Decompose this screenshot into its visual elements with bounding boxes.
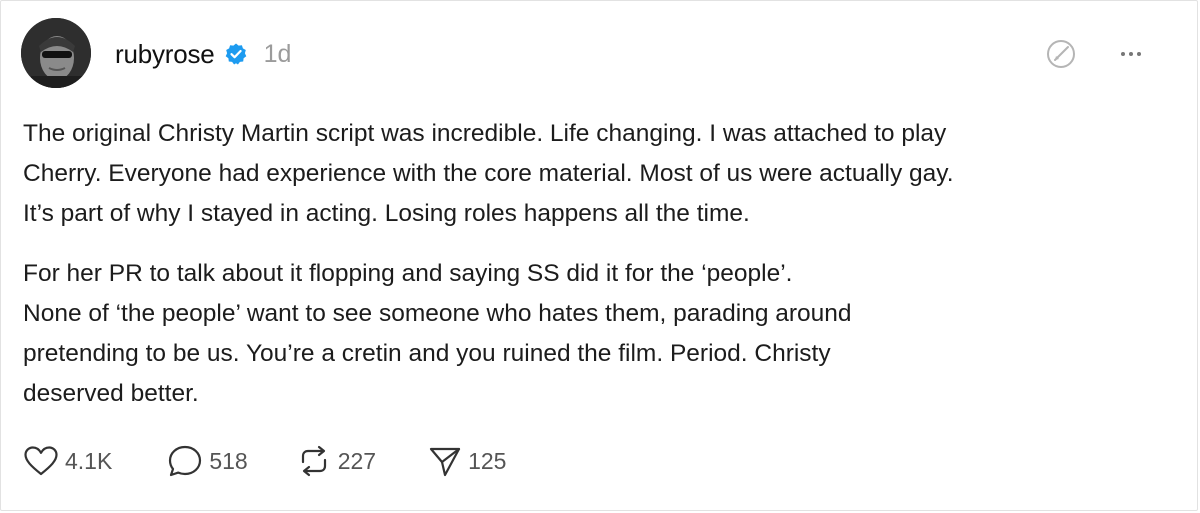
post-text-line: pretending to be us. You’re a cretin and… (23, 340, 831, 367)
avatar[interactable] (21, 18, 91, 88)
more-options-icon[interactable] (1114, 37, 1148, 71)
username[interactable]: rubyrose (115, 39, 215, 70)
post-actions-bar: 4.1K 518 227 125 (23, 441, 536, 481)
like-count: 4.1K (65, 447, 113, 474)
post-text-line: deserved better. (23, 380, 199, 407)
repost-button[interactable]: 227 (296, 441, 376, 481)
repost-arrows-icon (296, 444, 332, 478)
send-paper-plane-icon (428, 444, 462, 478)
post-text-line: For her PR to talk about it flopping and… (23, 260, 793, 287)
post-text-line: The original Christy Martin script was i… (23, 120, 947, 147)
share-button[interactable]: 125 (428, 441, 506, 481)
post-text-line: None of ‘the people’ want to see someone… (23, 300, 852, 327)
post-text-paragraph-2: For her PR to talk about it flopping and… (23, 254, 1183, 414)
repost-count: 227 (337, 447, 377, 474)
edit-circle-icon[interactable] (1044, 37, 1078, 71)
comment-bubble-icon (167, 444, 203, 478)
post-timestamp[interactable]: 1d (264, 40, 292, 69)
post-text-line: Cherry. Everyone had experience with the… (23, 160, 954, 187)
post-card: rubyrose 1d The original Christy Martin … (0, 0, 1198, 511)
post-header: rubyrose 1d (115, 35, 291, 73)
post-text-paragraph-1: The original Christy Martin script was i… (23, 114, 1183, 234)
reply-count: 518 (209, 447, 248, 474)
reply-button[interactable]: 518 (167, 441, 248, 481)
like-button[interactable]: 4.1K (23, 441, 112, 481)
post-text-line: It’s part of why I stayed in acting. Los… (23, 200, 750, 227)
share-count: 125 (468, 447, 507, 474)
verified-badge-icon (224, 42, 248, 66)
heart-icon (23, 445, 59, 477)
